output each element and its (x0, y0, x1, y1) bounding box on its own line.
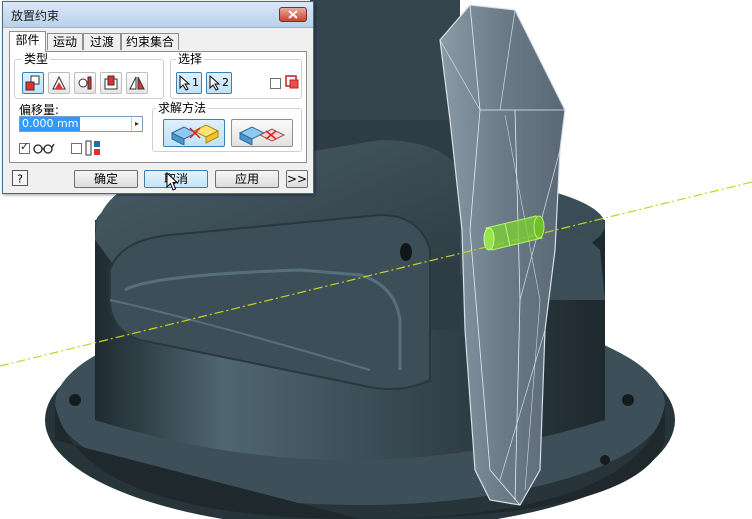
selection-1-button[interactable]: 1 (176, 72, 202, 94)
predict-offset-icon (85, 140, 100, 156)
flush-solution-icon (238, 126, 286, 145)
dialog-title: 放置约束 (11, 9, 60, 23)
pick-part-first-icon[interactable] (284, 74, 300, 90)
selection-2-button[interactable]: 2 (206, 72, 232, 94)
offset-menu-arrow-icon[interactable]: ▸ (131, 117, 142, 131)
show-preview-checkbox[interactable]: ✓ (19, 141, 30, 154)
insert-constraint-icon (104, 75, 118, 90)
dialog-titlebar[interactable]: 放置约束 (3, 2, 313, 28)
offset-input[interactable]: 0.000 mm ▸ (19, 116, 143, 132)
mate-constraint-button[interactable] (22, 72, 44, 94)
selection-group-label: 选择 (176, 52, 205, 66)
glasses-preview-icon (33, 143, 55, 154)
tangent-constraint-button[interactable] (74, 72, 96, 94)
solution-group-label: 求解方法 (156, 101, 209, 115)
mouse-pointer-icon (166, 172, 178, 191)
help-icon[interactable]: ? (12, 170, 28, 186)
svg-text:?: ? (17, 173, 23, 186)
symmetry-constraint-icon (129, 76, 145, 90)
angle-constraint-icon (52, 75, 66, 90)
ok-button[interactable]: 确定 (74, 170, 138, 188)
selection-1-number: 1 (192, 76, 199, 89)
mate-constraint-icon (25, 75, 40, 91)
close-icon (288, 10, 298, 19)
type-group-label: 类型 (22, 52, 51, 66)
solution-flush-button[interactable] (231, 119, 293, 147)
first-selection-checkbox[interactable] (270, 78, 281, 89)
place-constraint-dialog: 放置约束 部件 运动 过渡 约束集合 类型 选择 1 2 求解方法 偏移量: 0… (2, 1, 314, 194)
solution-mate-button[interactable] (163, 119, 225, 147)
insert-constraint-button[interactable] (100, 72, 122, 94)
tab-assembly[interactable]: 部件 (9, 31, 46, 52)
tab-motion[interactable]: 运动 (47, 33, 83, 50)
tangent-constraint-icon (78, 76, 92, 90)
pointer-arrow-icon (179, 75, 191, 91)
tab-transitional[interactable]: 过渡 (83, 33, 121, 50)
more-button[interactable]: >> (286, 170, 308, 188)
tab-constraint-set[interactable]: 约束集合 (121, 33, 179, 50)
close-button[interactable] (279, 7, 307, 22)
angle-constraint-button[interactable] (48, 72, 70, 94)
apply-button[interactable]: 应用 (215, 170, 279, 188)
predict-offset-checkbox[interactable] (71, 143, 82, 154)
selection-2-number: 2 (222, 76, 229, 89)
symmetry-constraint-button[interactable] (126, 72, 148, 94)
pointer-arrow-icon (209, 75, 221, 91)
mate-solution-icon (170, 124, 220, 145)
offset-value: 0.000 mm (20, 117, 81, 131)
